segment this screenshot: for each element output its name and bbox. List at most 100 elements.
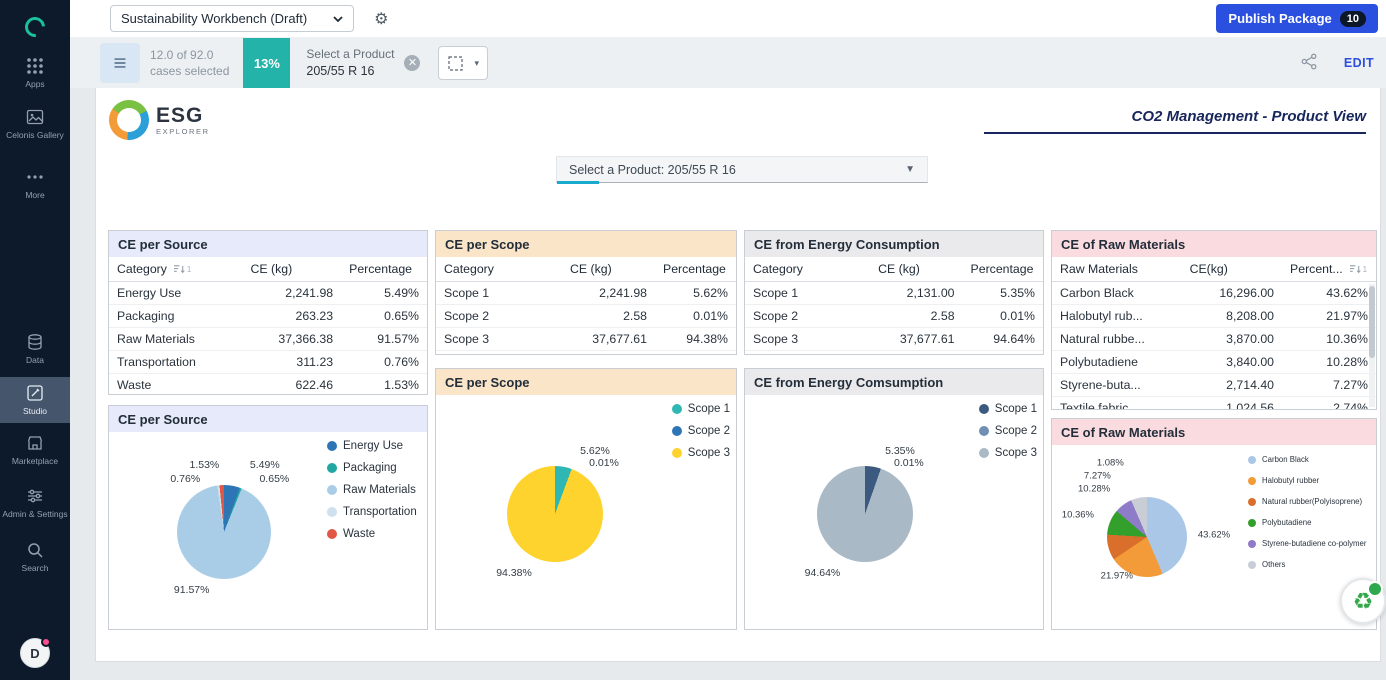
sidebar-item-celonis-gallery[interactable]: Celonis Gallery <box>0 101 70 148</box>
table-row[interactable]: Scope 22.580.01% <box>436 305 736 328</box>
table-row[interactable]: Scope 12,131.005.35% <box>745 282 1043 305</box>
column-header-ce-kg[interactable]: CE (kg) <box>870 257 962 282</box>
search-icon <box>26 541 44 559</box>
table-row[interactable]: Packaging263.230.65% <box>109 305 427 328</box>
table-row[interactable]: Natural rubbe...3,870.0010.36% <box>1052 328 1376 351</box>
panel-title-text: CE per Scope <box>445 237 530 252</box>
user-avatar[interactable]: D <box>20 638 50 668</box>
sidebar-item-studio[interactable]: Studio <box>0 377 70 424</box>
table-header-row: Category1 CE (kg) Percentage <box>109 257 427 282</box>
legend-item[interactable]: Others <box>1248 560 1366 569</box>
table-row[interactable]: Carbon Black16,296.0043.62% <box>1052 282 1376 305</box>
table-row[interactable]: Waste622.461.53% <box>109 374 427 396</box>
table-row[interactable]: Scope 22.580.01% <box>745 305 1043 328</box>
sidebar-item-search[interactable]: Search <box>0 534 70 581</box>
ce-per-source-pie[interactable] <box>177 485 271 579</box>
share-button[interactable] <box>1299 51 1320 75</box>
active-filter-chip[interactable]: Select a Product 205/55 R 16 <box>306 46 394 80</box>
cases-label: cases selected <box>150 63 229 79</box>
legend-item[interactable]: Carbon Black <box>1248 455 1366 464</box>
legend-item[interactable]: Scope 3 <box>979 447 1037 459</box>
chart-area: 1.08%7.27%10.28%10.36%21.97%43.62% Carbo… <box>1052 445 1376 629</box>
legend-item[interactable]: Transportation <box>327 506 417 518</box>
table-cell: Natural rubbe... <box>1052 328 1182 351</box>
settings-button[interactable]: ⚙ <box>372 7 390 31</box>
legend-item[interactable]: Scope 2 <box>979 425 1037 437</box>
legend-item[interactable]: Natural rubber(Polyisoprene) <box>1248 497 1366 506</box>
panel-title-text: CE of Raw Materials <box>1061 237 1185 252</box>
sidebar-item-admin-settings[interactable]: Admin & Settings <box>0 480 70 527</box>
table-row[interactable]: Polybutadiene3,840.0010.28% <box>1052 351 1376 374</box>
column-header-percentage[interactable]: Percentage <box>341 257 427 282</box>
workbench-selector[interactable]: Sustainability Workbench (Draft) <box>110 5 354 32</box>
share-icon <box>1301 53 1318 70</box>
publish-package-button[interactable]: Publish Package 10 <box>1216 4 1378 33</box>
legend-swatch <box>327 463 337 473</box>
column-header-category[interactable]: Category <box>436 257 562 282</box>
ce-per-scope-pie[interactable] <box>507 466 603 562</box>
page-title: CO2 Management - Product View <box>984 108 1366 134</box>
panel-title-text: CE per Scope <box>445 375 530 390</box>
panel-title-text: CE of Raw Materials <box>1061 425 1185 440</box>
database-icon <box>26 333 44 351</box>
legend-item[interactable]: Styrene-butadiene co-polymer <box>1248 539 1366 548</box>
panel-header: CE per Scope <box>436 231 736 257</box>
selection-tool-button[interactable]: ▾ <box>438 46 488 80</box>
legend-swatch <box>672 404 682 414</box>
sidebar-item-marketplace[interactable]: Marketplace <box>0 427 70 474</box>
sidebar-item-data[interactable]: Data <box>0 326 70 373</box>
legend-item[interactable]: Packaging <box>327 462 417 474</box>
legend-item[interactable]: Raw Materials <box>327 484 417 496</box>
sidebar-item-more[interactable]: More <box>0 161 70 208</box>
legend-item[interactable]: Scope 3 <box>672 447 730 459</box>
legend-label: Polybutadiene <box>1262 518 1311 527</box>
column-header-ce-kg[interactable]: CE (kg) <box>243 257 342 282</box>
refresh-recycle-button[interactable]: ♻ <box>1340 578 1386 624</box>
legend-item[interactable]: Scope 1 <box>979 403 1037 415</box>
table-cell: 2,241.98 <box>243 282 342 305</box>
ce-raw-materials-pie[interactable] <box>1107 497 1187 577</box>
table-row[interactable]: Scope 337,677.6194.64% <box>745 328 1043 351</box>
legend-label: Scope 3 <box>995 447 1037 459</box>
table-row[interactable]: Halobutyl rub...8,208.0021.97% <box>1052 305 1376 328</box>
marquee-select-icon <box>447 55 464 72</box>
esg-explorer-logo: ESG EXPLORER <box>109 100 210 140</box>
sidebar-item-apps[interactable]: Apps <box>0 50 70 97</box>
column-header-category[interactable]: Category <box>745 257 870 282</box>
table-cell: 2,131.00 <box>870 282 962 305</box>
table-row[interactable]: Styrene-buta...2,714.407.27% <box>1052 374 1376 397</box>
edit-button[interactable]: EDIT <box>1338 55 1380 71</box>
table-row[interactable]: Energy Use2,241.985.49% <box>109 282 427 305</box>
table-row[interactable]: Scope 12,241.985.62% <box>436 282 736 305</box>
legend-item[interactable]: Halobutyl rubber <box>1248 476 1366 485</box>
celonis-logo[interactable] <box>18 10 52 44</box>
clear-filter-button[interactable]: ✕ <box>404 55 420 71</box>
table-cell: 0.01% <box>963 305 1043 328</box>
column-header-raw-materials[interactable]: Raw Materials <box>1052 257 1182 282</box>
column-header-ce-kg[interactable]: CE(kg) <box>1182 257 1282 282</box>
legend-item[interactable]: Energy Use <box>327 440 417 452</box>
column-label: CE(kg) <box>1190 262 1228 276</box>
table-row[interactable]: Raw Materials37,366.3891.57% <box>109 328 427 351</box>
table-row[interactable]: Scope 337,677.6194.38% <box>436 328 736 351</box>
legend-item[interactable]: Polybutadiene <box>1248 518 1366 527</box>
pie-label: 43.62% <box>1198 530 1230 541</box>
legend-label: Carbon Black <box>1262 455 1309 464</box>
scrollbar-thumb[interactable] <box>1369 286 1375 358</box>
legend-item[interactable]: Waste <box>327 528 417 540</box>
menu-button[interactable] <box>100 43 140 83</box>
column-header-category[interactable]: Category1 <box>109 257 243 282</box>
table-row[interactable]: Textile fabric1,024.562.74% <box>1052 397 1376 411</box>
product-selector[interactable]: Select a Product: 205/55 R 16 ▼ <box>556 156 928 183</box>
filter-toolbar: 12.0 of 92.0 cases selected 13% Select a… <box>70 38 1386 88</box>
column-header-percentage[interactable]: Percentage <box>963 257 1043 282</box>
column-header-percentage[interactable]: Percentage <box>655 257 736 282</box>
table-cell: Packaging <box>109 305 243 328</box>
legend-item[interactable]: Scope 1 <box>672 403 730 415</box>
close-icon: ✕ <box>408 57 417 69</box>
legend-item[interactable]: Scope 2 <box>672 425 730 437</box>
ce-energy-pie[interactable] <box>817 466 913 562</box>
table-row[interactable]: Transportation311.230.76% <box>109 351 427 374</box>
column-header-percent[interactable]: Percent...1 <box>1282 257 1376 282</box>
column-header-ce-kg[interactable]: CE (kg) <box>562 257 655 282</box>
